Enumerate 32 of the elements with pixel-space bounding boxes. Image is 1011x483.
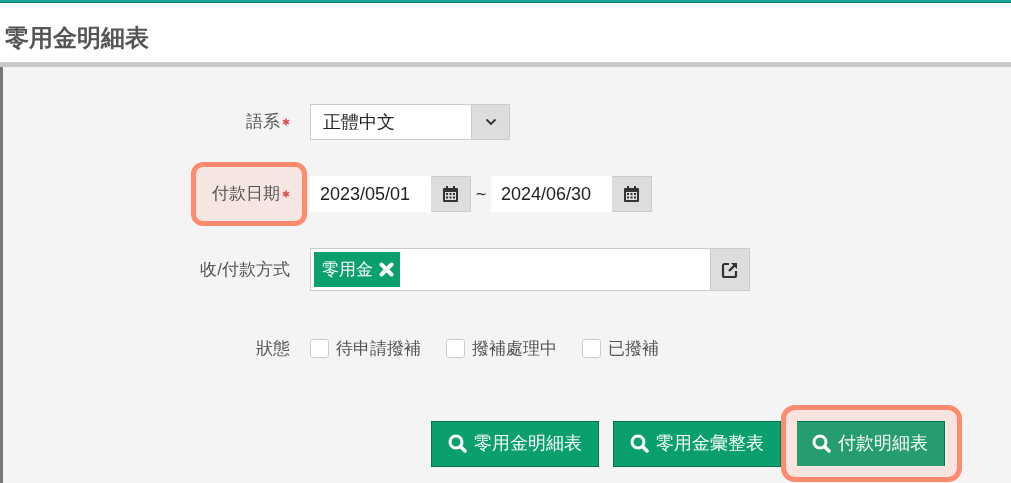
search-icon	[812, 434, 831, 453]
field-label: 收/付款方式	[199, 258, 291, 281]
tag-field[interactable]: 零用金	[310, 248, 711, 291]
search-button[interactable]: 零用金彙整表	[613, 420, 781, 467]
open-picker-button[interactable]	[711, 248, 750, 291]
search-button[interactable]: 付款明細表	[795, 420, 945, 467]
date-field[interactable]: 2024/06/30	[491, 176, 612, 212]
checkbox[interactable]	[446, 339, 465, 359]
required-icon	[282, 118, 290, 126]
calendar-icon	[623, 185, 640, 203]
date-field[interactable]: 2023/05/01	[310, 176, 431, 212]
checkbox-label: 已撥補	[608, 338, 659, 360]
checkbox-label: 待申請撥補	[336, 338, 421, 360]
calendar-button[interactable]	[431, 176, 471, 212]
remove-icon[interactable]	[379, 262, 394, 277]
search-icon	[630, 434, 649, 453]
calendar-icon	[442, 185, 459, 203]
checkbox[interactable]	[310, 339, 329, 359]
search-button[interactable]: 零用金明細表	[431, 420, 599, 467]
search-icon	[448, 434, 467, 453]
calendar-button[interactable]	[612, 176, 652, 212]
language-select[interactable]: 正體中文	[310, 104, 510, 140]
required-icon	[282, 190, 290, 198]
checkbox-label: 撥補處理中	[472, 338, 557, 360]
range-separator: ~	[474, 182, 488, 206]
highlighted-label: 付款日期	[191, 162, 307, 226]
field-label: 狀態	[255, 338, 291, 360]
field-label: 語系	[225, 90, 307, 154]
tag-chip: 零用金	[314, 252, 400, 287]
checkbox[interactable]	[582, 339, 601, 359]
page-title: 零用金明細表	[4, 23, 150, 53]
chevron-down-icon	[484, 118, 497, 126]
